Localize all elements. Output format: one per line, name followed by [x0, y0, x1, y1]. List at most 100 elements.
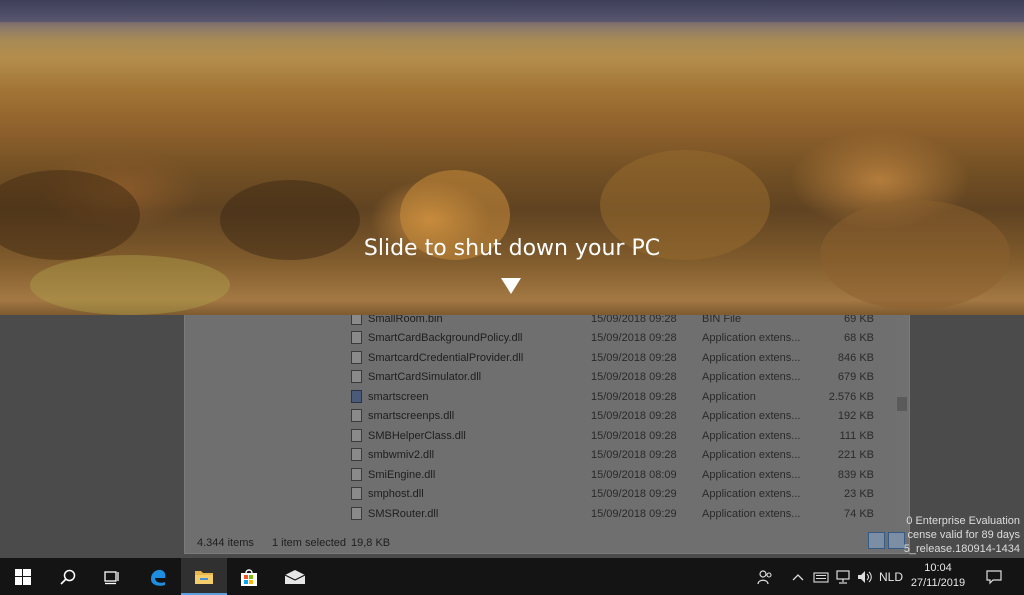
file-size: 679 KB: [837, 371, 874, 383]
mail-button[interactable]: [272, 558, 318, 595]
clock-date: 27/11/2019: [910, 577, 966, 589]
file-type: Application extens...: [702, 371, 801, 383]
dll-file-icon: [351, 370, 362, 383]
dll-file-icon: [351, 350, 362, 364]
selection-size: 19,8 KB: [351, 537, 391, 549]
file-row[interactable]: SmartCardBackgroundPolicy.dll 15/09/2018 …: [347, 329, 887, 349]
dll-file-icon: [351, 506, 362, 520]
file-date-modified: 15/09/2018 08:09: [591, 468, 677, 481]
store-icon: [241, 568, 257, 586]
file-date-modified: 15/09/2018 09:28: [591, 390, 677, 403]
volume-button[interactable]: [854, 558, 876, 595]
file-name: smbwmiv2.dll: [368, 449, 435, 461]
watermark-build: 5_release.180914-1434: [903, 543, 1020, 555]
dll-file-icon: [351, 331, 362, 344]
task-view-button[interactable]: [89, 558, 135, 595]
down-arrow-icon: [501, 278, 521, 294]
start-button[interactable]: [0, 558, 46, 595]
file-type: Application extens...: [702, 410, 801, 422]
watermark-license: cense valid for 89 days: [907, 529, 1020, 541]
clock-time: 10:04: [924, 562, 952, 574]
action-center-button[interactable]: [982, 558, 1006, 595]
search-button[interactable]: [45, 558, 91, 595]
dll-file-icon: [351, 428, 362, 442]
status-bar: 4.344 items 1 item selected 19,8 KB: [185, 533, 909, 553]
file-name: SmartcardCredentialProvider.dll: [368, 351, 524, 364]
file-type: Application extens...: [702, 488, 801, 500]
file-name: SMSRouter.dll: [368, 507, 439, 520]
keyboard-icon: [813, 571, 829, 583]
windows-logo-icon: [15, 568, 31, 585]
file-date-modified: 15/09/2018 09:28: [591, 351, 677, 364]
selection-count: 1 item selected: [272, 537, 346, 549]
file-size: 74 KB: [844, 507, 874, 520]
file-row[interactable]: SmartcardCredentialProvider.dll 15/09/201…: [347, 349, 887, 369]
people-button[interactable]: [752, 558, 778, 595]
file-name: smphost.dll: [368, 488, 424, 500]
edge-button[interactable]: [135, 558, 181, 595]
file-type: Application extens...: [702, 332, 801, 344]
file-list: srhga.dll15/09/2018 09:28Application ext…: [347, 301, 887, 529]
scrollbar-thumb[interactable]: [897, 397, 907, 411]
folder-icon: [195, 570, 213, 584]
file-type: Application extens...: [702, 468, 801, 481]
file-type: Application extens...: [702, 507, 801, 520]
file-row[interactable]: smartscreenps.dll 15/09/2018 09:28 Applica…: [347, 407, 887, 427]
file-name: smartscreen: [368, 390, 429, 403]
network-icon: [836, 569, 850, 584]
windows-evaluation-watermark: 0 Enterprise Evaluation cense valid for …: [890, 514, 1020, 556]
vertical-scrollbar[interactable]: [895, 301, 909, 529]
application-icon: [351, 389, 362, 403]
clock[interactable]: 10:04 27/11/2019: [903, 561, 973, 591]
file-row[interactable]: smphost.dll 15/09/2018 09:29 Application e…: [347, 485, 887, 505]
file-date-modified: 15/09/2018 09:28: [591, 410, 677, 422]
network-button[interactable]: [832, 558, 854, 595]
shutdown-prompt: Slide to shut down your PC: [363, 236, 661, 261]
file-size: 68 KB: [844, 332, 874, 344]
grass-tuft: [30, 255, 230, 315]
watermark-edition: 0 Enterprise Evaluation: [906, 515, 1020, 527]
file-type: Application extens...: [702, 449, 801, 461]
search-icon: [60, 569, 76, 585]
file-size: 839 KB: [837, 468, 874, 481]
file-date-modified: 15/09/2018 09:28: [591, 332, 677, 344]
keyboard-button[interactable]: [810, 558, 832, 595]
taskbar: NLD 10:04 27/11/2019: [0, 558, 1024, 595]
file-size: 23 KB: [844, 488, 874, 500]
chevron-up-icon: [792, 573, 804, 580]
file-explorer-button[interactable]: [181, 558, 227, 595]
notification-icon: [986, 569, 1002, 584]
file-row[interactable]: SmartCardSimulator.dll 15/09/2018 09:28 Ap…: [347, 368, 887, 388]
file-date-modified: 15/09/2018 09:28: [591, 429, 677, 442]
file-name: smartscreenps.dll: [368, 410, 455, 422]
mail-icon: [284, 569, 306, 584]
store-button[interactable]: [226, 558, 272, 595]
volume-icon: [858, 570, 872, 583]
edge-icon: [151, 569, 166, 586]
file-row[interactable]: SMBHelperClass.dll 15/09/2018 09:28 Applic…: [347, 427, 887, 447]
input-language[interactable]: NLD: [878, 558, 904, 595]
file-type: Application extens...: [702, 429, 801, 442]
file-date-modified: 15/09/2018 09:29: [591, 488, 677, 500]
background-hills: [0, 0, 1024, 22]
file-row[interactable]: smartscreen 15/09/2018 09:28 Application 2.…: [347, 388, 887, 408]
show-hidden-icons-button[interactable]: [788, 558, 808, 595]
file-size: 221 KB: [837, 449, 874, 461]
file-row[interactable]: smbwmiv2.dll 15/09/2018 09:28 Application …: [347, 446, 887, 466]
item-count: 4.344 items: [197, 537, 254, 549]
file-name: SmartCardBackgroundPolicy.dll: [368, 332, 523, 344]
file-type: Application: [702, 390, 756, 403]
dll-file-icon: [351, 448, 362, 461]
file-type: Application extens...: [702, 351, 801, 364]
file-row[interactable]: SmiEngine.dll 15/09/2018 08:09 Application…: [347, 466, 887, 486]
file-name: SmartCardSimulator.dll: [368, 371, 482, 383]
file-date-modified: 15/09/2018 09:29: [591, 507, 677, 520]
details-view-icon[interactable]: [868, 532, 885, 549]
file-size: 846 KB: [837, 351, 874, 364]
file-size: 2.576 KB: [828, 390, 874, 403]
dll-file-icon: [351, 409, 362, 422]
slide-to-shutdown-panel[interactable]: Slide to shut down your PC: [0, 0, 1024, 315]
file-row[interactable]: SMSRouter.dll 15/09/2018 09:29 Application…: [347, 505, 887, 525]
task-view-icon: [104, 570, 119, 584]
dll-file-icon: [351, 467, 362, 481]
